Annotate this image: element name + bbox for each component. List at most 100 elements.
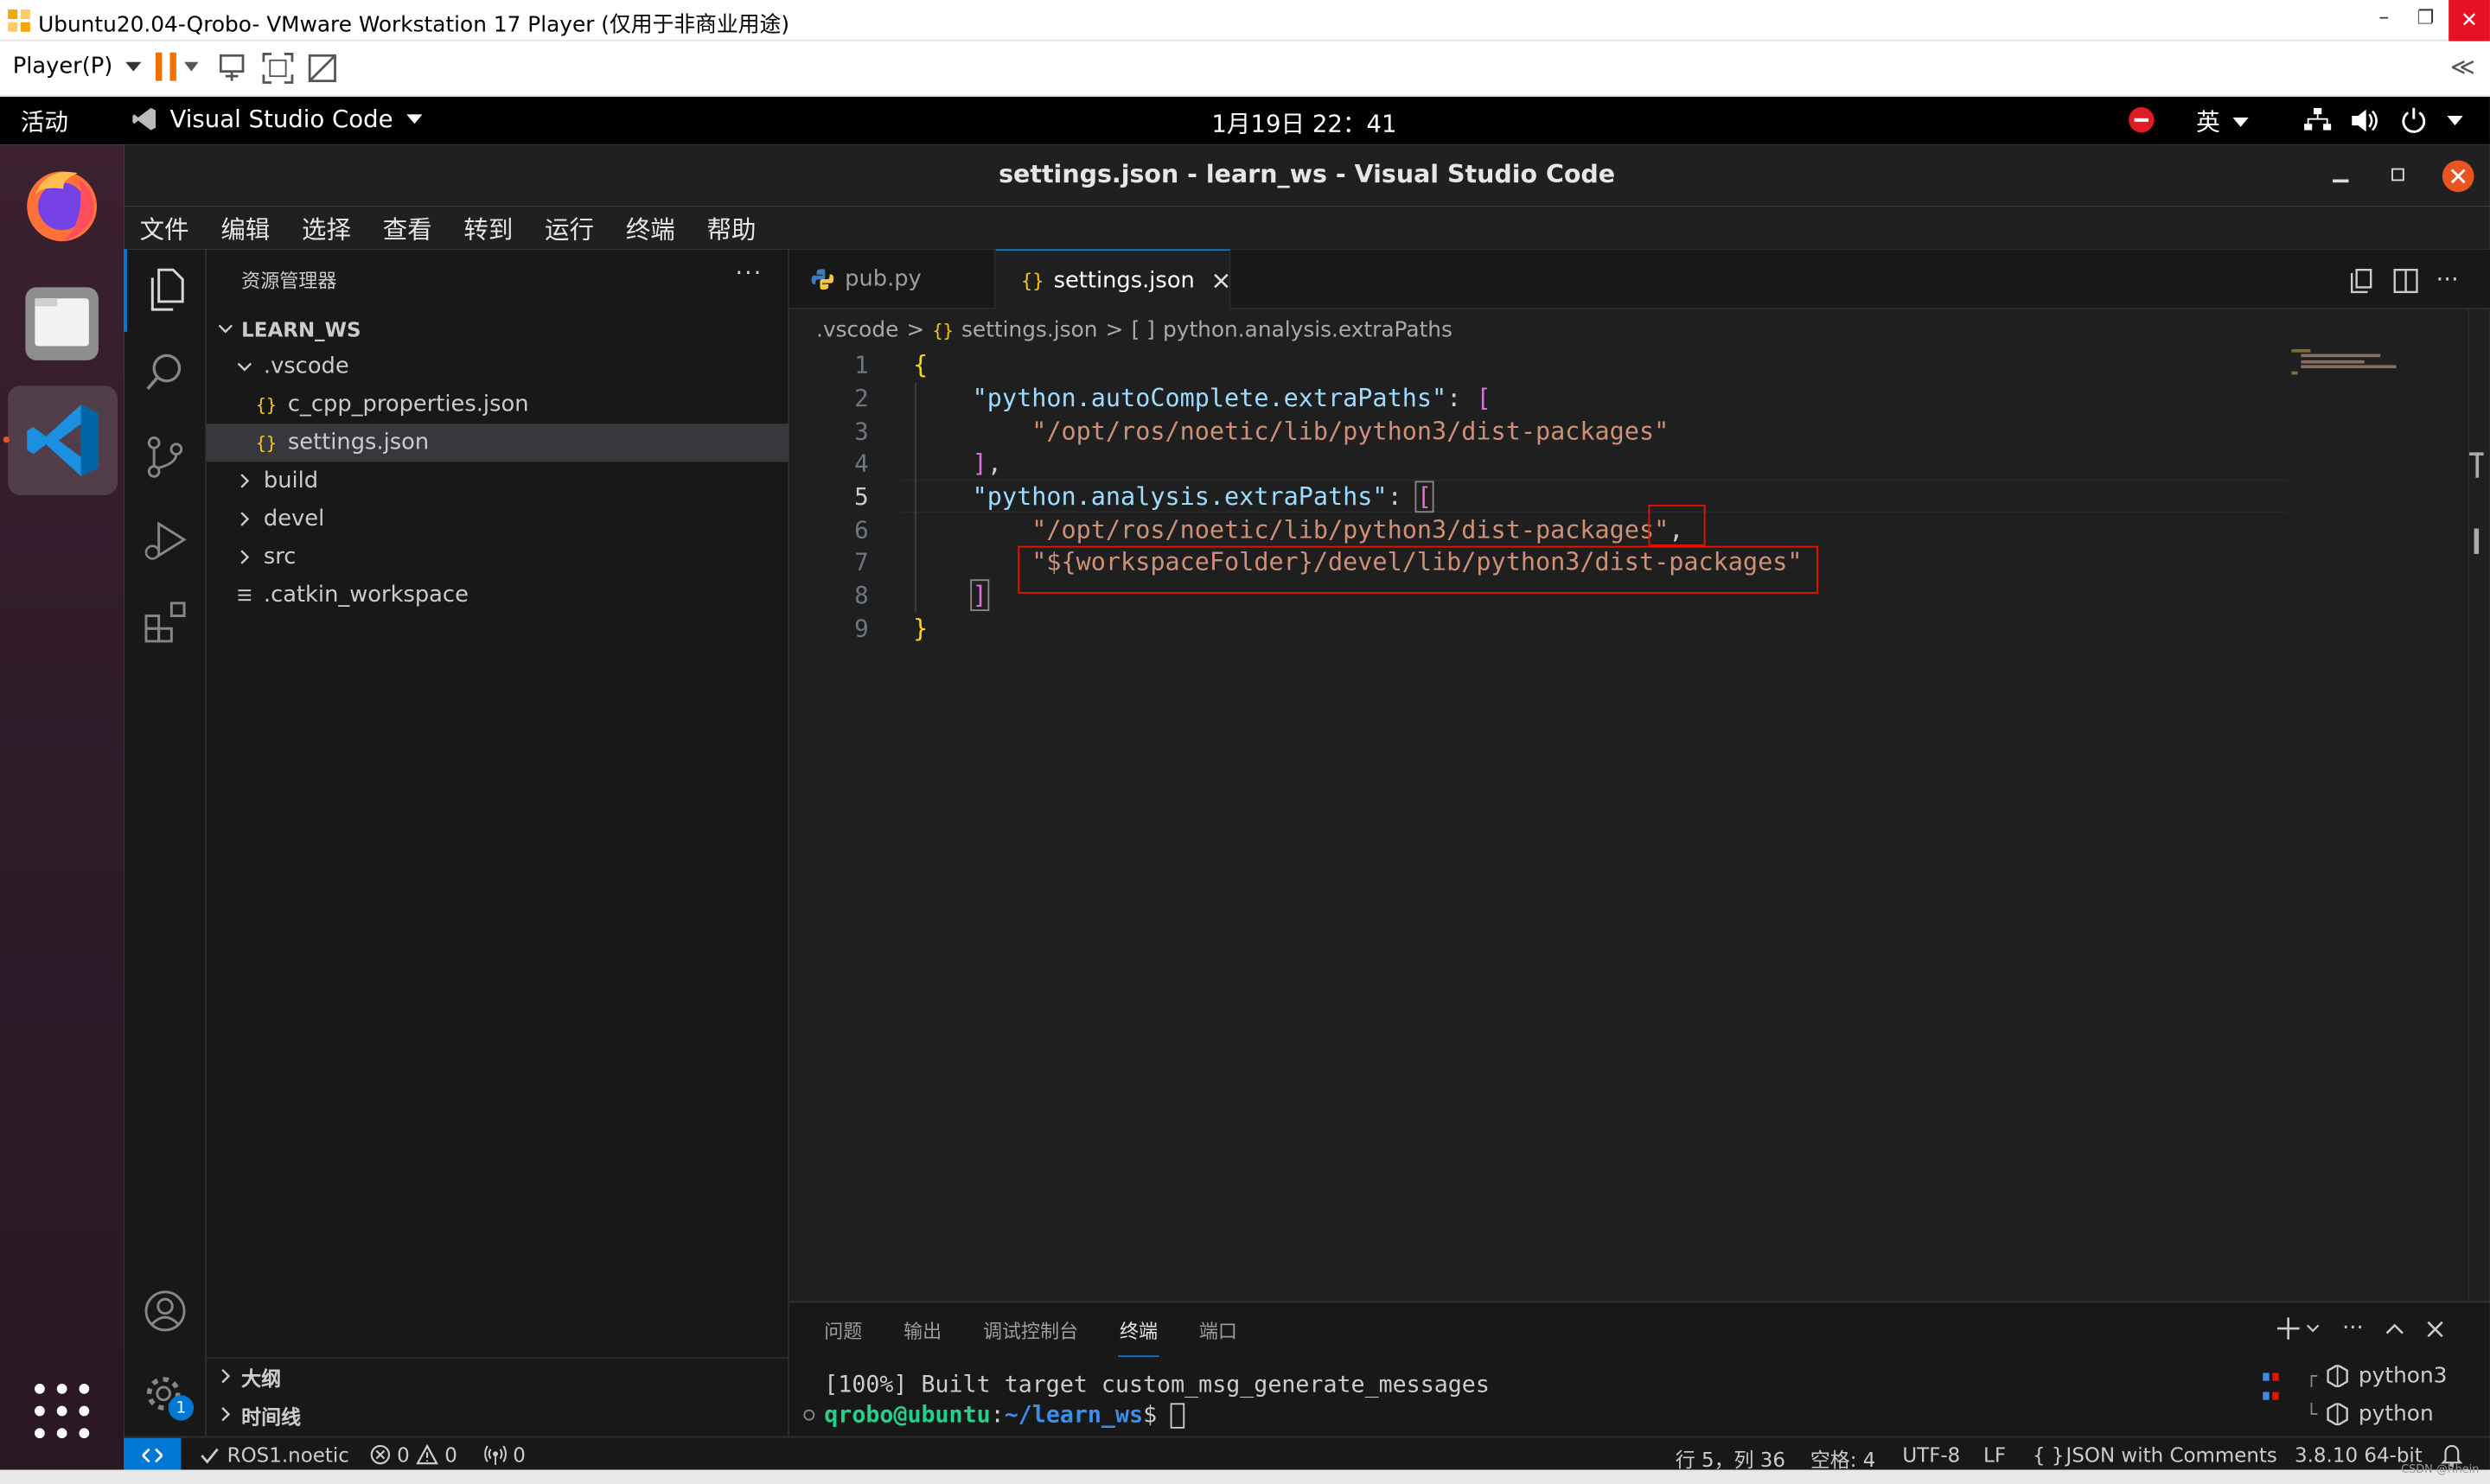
terminal-list-item[interactable]: └ python [2306, 1402, 2434, 1427]
cursor-position[interactable]: 行 5，列 36 [1676, 1443, 1785, 1473]
panel-tab[interactable]: 问题 [824, 1317, 862, 1344]
tree-item[interactable]: src [207, 538, 789, 576]
branch-status[interactable]: ROS1.noetic [200, 1443, 349, 1467]
watermark: CSDN @Rhein [2401, 1463, 2480, 1476]
close-button[interactable] [2442, 160, 2474, 193]
panel-tab[interactable]: 端口 [1199, 1317, 1237, 1344]
tab-label: pub.py [845, 266, 922, 292]
firefox-icon[interactable] [22, 163, 102, 243]
end-of-line[interactable]: LF [1983, 1443, 2006, 1467]
menu-item[interactable]: 终端 [621, 210, 680, 245]
more-actions-icon[interactable]: ··· [735, 258, 763, 287]
close-icon[interactable] [1214, 273, 1229, 289]
breadcrumb-item[interactable]: settings.json [961, 317, 1097, 342]
panel-tab[interactable]: 终端 [1120, 1317, 1158, 1344]
menu-item[interactable]: 查看 [378, 210, 437, 245]
annotation-box-new-path [1018, 545, 1819, 594]
minimize-button[interactable]: – [2378, 6, 2389, 30]
terminal-output-line: [100%] Built target custom_msg_generate_… [824, 1373, 1490, 1398]
tree-item[interactable]: .catkin_workspace [207, 576, 789, 615]
clock[interactable]: 1月19日 22：41 [1211, 106, 1396, 140]
chevron-down-icon [184, 61, 199, 72]
tree-item[interactable]: .vscode [207, 347, 789, 385]
tree-item[interactable]: {} settings.json [206, 424, 789, 462]
outline-section[interactable]: 大纲 [207, 1357, 789, 1395]
code-area[interactable]: { "python.autoComplete.extraPaths": [ "/… [913, 349, 2342, 666]
error-count: 0 [397, 1443, 410, 1467]
accounts-icon[interactable] [143, 1289, 187, 1333]
menu-item[interactable]: 帮助 [702, 210, 761, 245]
more-actions-icon[interactable]: ··· [2436, 265, 2458, 294]
volume-icon[interactable] [2352, 108, 2380, 133]
power-icon[interactable] [2401, 106, 2426, 133]
player-menu[interactable]: Player(P) [13, 54, 142, 80]
maximize-button[interactable] [2391, 168, 2404, 182]
minimize-button[interactable] [2333, 179, 2349, 182]
terminal[interactable]: [100%] Built target custom_msg_generate_… [824, 1372, 2221, 1435]
restore-button[interactable]: ❐ [2417, 6, 2434, 29]
split-editor-icon[interactable] [2393, 268, 2418, 294]
open-changes-icon[interactable] [2347, 268, 2376, 294]
collapse-toolbar-icon[interactable]: ≪ [2450, 53, 2475, 81]
prompt-dollar: $ [1143, 1403, 1172, 1429]
source-control-icon[interactable] [144, 435, 186, 479]
files-icon[interactable] [22, 284, 102, 364]
tree-item[interactable]: devel [207, 500, 789, 538]
line-number: 1 [854, 350, 869, 379]
pause-button[interactable] [155, 52, 199, 81]
activities-button[interactable]: 活动 [21, 105, 68, 138]
do-not-disturb-icon[interactable] [2128, 106, 2155, 133]
panel-tab[interactable]: 输出 [903, 1317, 942, 1344]
show-apps-icon[interactable] [34, 1383, 91, 1440]
breadcrumb-item[interactable]: .vscode [816, 317, 898, 342]
menu-item[interactable]: 选择 [297, 210, 356, 245]
menu-item[interactable]: 编辑 [216, 210, 275, 245]
workspace-root[interactable]: LEARN_WS [207, 309, 789, 347]
terminal-split-marker [2272, 1392, 2279, 1400]
chevron-right-icon [221, 1368, 231, 1384]
ubuntu-top-bar: 活动 Visual Studio Code 1月19日 22：41 英 [0, 97, 2490, 145]
indentation[interactable]: 空格: 4 [1810, 1443, 1876, 1473]
code-token: ] [970, 579, 989, 612]
full-screen-icon[interactable] [262, 53, 294, 85]
network-icon[interactable] [2304, 107, 2332, 132]
language-mode[interactable]: JSON with Comments [2066, 1443, 2277, 1467]
extensions-icon[interactable] [144, 602, 188, 645]
tree-item[interactable]: build [207, 462, 789, 500]
code-token: "/opt/ros/noetic/lib/python3/dist-packag… [1031, 515, 1670, 545]
line-number: 3 [854, 417, 869, 447]
add-terminal-icon[interactable] [2276, 1317, 2300, 1340]
close-icon[interactable] [2427, 1320, 2444, 1337]
scrollbar-thumb[interactable] [2474, 528, 2480, 554]
close-button[interactable]: ✕ [2448, 0, 2490, 41]
encoding[interactable]: UTF-8 [1902, 1443, 1960, 1467]
send-ctrl-alt-del-icon[interactable] [218, 53, 250, 85]
timeline-section[interactable]: 时间线 [207, 1395, 789, 1433]
vscode-dock-item[interactable] [8, 385, 118, 495]
unity-icon[interactable] [306, 53, 338, 85]
remote-button[interactable] [124, 1437, 182, 1472]
menu-item[interactable]: 运行 [540, 210, 599, 245]
chevron-down-icon[interactable] [2306, 1324, 2321, 1334]
more-actions-icon[interactable]: ··· [2342, 1315, 2364, 1341]
explorer-icon[interactable] [144, 268, 186, 312]
tab-settings-json[interactable]: {} settings.json [995, 249, 1231, 311]
chevron-down-icon[interactable] [2447, 116, 2463, 126]
menu-item[interactable]: 文件 [135, 210, 194, 245]
breadcrumb-item[interactable]: python.analysis.extraPaths [1163, 317, 1452, 342]
terminal-list-item[interactable]: ┌ python3 [2306, 1363, 2448, 1388]
panel-tab[interactable]: 调试控制台 [983, 1317, 1078, 1344]
ports-status[interactable]: 0 [484, 1443, 526, 1467]
tree-item[interactable]: {} c_cpp_properties.json [207, 385, 789, 424]
chevron-down-icon [2232, 116, 2249, 126]
input-method-menu[interactable]: 英 [2196, 105, 2249, 138]
menu-item[interactable]: 转到 [459, 210, 518, 245]
app-menu[interactable]: Visual Studio Code [131, 105, 422, 133]
maximize-panel-icon[interactable] [2385, 1322, 2404, 1335]
search-icon[interactable] [144, 353, 186, 394]
problems-status[interactable]: 0 0 [370, 1443, 457, 1467]
tab-pub-py[interactable]: pub.py [789, 249, 996, 310]
run-debug-icon[interactable] [143, 519, 187, 564]
branch-label: ROS1.noetic [227, 1443, 349, 1467]
pause-icon [155, 52, 176, 81]
